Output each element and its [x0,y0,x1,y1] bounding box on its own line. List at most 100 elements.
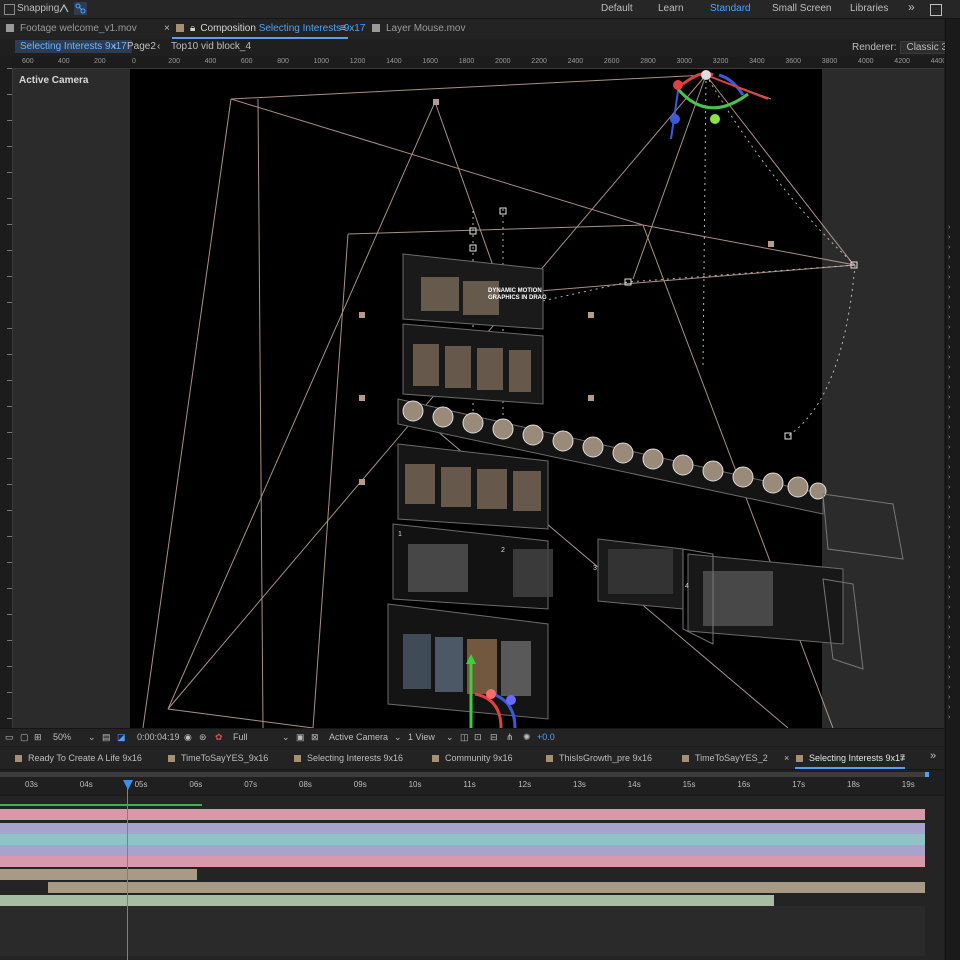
ruler-tick [7,146,12,147]
time-label: 15s [682,780,696,789]
ruler-tick-label: 4200 [894,58,910,65]
ruler-tick [7,276,12,277]
timeline-tab-4[interactable]: Community 9x16 [432,753,513,763]
timeline-tab-label: TimeToSayYES_9x16 [181,753,269,763]
current-time-indicator[interactable] [123,780,133,790]
tab-footage[interactable]: Footage welcome_v1.mov [6,23,137,34]
timeline-tab-5[interactable]: ThisIsGrowth_pre 9x16 [546,753,652,763]
time-label: 04s [79,780,93,789]
zoom-select[interactable]: 50% [53,732,71,742]
viewer-controls: ▭ ▢ ⊞ 50% ⌄ ▤ ◪ 0:00:04:19 ◉ ⊛ ✿ Full ⌄ … [0,728,944,746]
snapping-label: Snapping [17,3,60,14]
show-snapshot-icon[interactable]: ⊛ [199,732,207,743]
work-area-end[interactable] [925,772,929,777]
time-label: 09s [353,780,367,789]
region-icon[interactable]: ▭ [5,732,14,743]
timecode[interactable]: 0:00:04:19 [137,732,180,742]
layer-swatch-icon [372,24,380,32]
workspace-standard[interactable]: Standard [710,3,751,14]
layer-bar[interactable] [0,834,925,845]
ruler-tick [7,432,12,433]
tab-menu-icon[interactable]: ≡ [340,23,346,34]
layer-bar[interactable] [0,895,774,906]
tab-layer[interactable]: Layer Mouse.mov [372,23,465,34]
breadcrumb-top10[interactable]: Top10 vid block_4 [171,41,251,52]
workspace-overflow-icon[interactable]: » [908,0,915,14]
timeline-tab-2[interactable]: TimeToSayYES_9x16 [168,753,268,763]
panel-list-chevron: › [948,374,951,381]
panel-list-chevron: › [948,354,951,361]
layer-gizmo[interactable] [453,654,533,728]
timeline-tab-active[interactable]: Selecting Interests 9x17 [796,753,905,763]
layer-bar[interactable] [0,809,925,820]
mask-icon[interactable]: ▤ [102,732,111,743]
panel-list-chevron: › [948,664,951,671]
layer-bar[interactable] [0,856,925,867]
ruler-tick [7,68,12,69]
color-channels-icon[interactable]: ✿ [215,732,223,743]
composition-viewer[interactable]: Active Camera DYNAMIC MOTION GRAPHICS IN… [13,69,944,728]
grid-icon[interactable]: ⊞ [34,732,42,743]
tab-comp-prefix: Composition [200,23,256,34]
layer-bar[interactable] [0,869,197,880]
ruler-tick-label: 1400 [386,58,402,65]
workspace-learn[interactable]: Learn [658,3,684,14]
timeline-tab-6[interactable]: TimeToSayYES_2 [682,753,768,763]
time-label: 06s [189,780,203,789]
ruler-tick-label: 3000 [676,58,693,65]
region-of-interest-icon[interactable]: ▣ [296,732,305,743]
panel-list-chevron: › [948,584,951,591]
tab-close-icon[interactable]: × [164,23,170,34]
timeline-tab-3[interactable]: Selecting Interests 9x16 [294,753,403,763]
panel-list-chevron: › [948,384,951,391]
panel-list-chevron: › [948,464,951,471]
timeline-menu-icon[interactable]: ≡ [900,753,905,763]
panel-list-chevron: › [948,284,951,291]
panel-list-chevron: › [948,614,951,621]
timeline-tab-1[interactable]: Ready To Create A Life 9x16 [15,753,142,763]
layer-bar[interactable] [0,823,925,834]
timeline-tab-close-icon[interactable]: × [784,753,789,763]
transparency-grid-icon[interactable]: ⊠ [311,732,319,743]
snap-icon[interactable] [59,3,69,13]
renderer-control[interactable]: Renderer: Classic 3D [852,41,960,54]
chevron-down-icon[interactable]: ⌄ [446,732,454,743]
exposure-value[interactable]: +0.0 [537,732,555,742]
breadcrumb-page2[interactable]: Page2 [127,41,156,52]
layer-bar[interactable] [0,845,925,856]
camera-snapshot-icon[interactable]: ◉ [184,732,192,743]
puppet-tool-icon[interactable] [74,2,87,15]
resolution-select[interactable]: Full [233,732,248,742]
layer-bar[interactable] [48,882,925,893]
toggle-pixel-icon[interactable]: ◫ [460,732,469,743]
right-panel: › › › › › › › › › › › › › › › › › › › › › › › › › › › › › › › › › › › › › › › ›… [945,19,960,960]
snapping-checkbox[interactable] [4,4,15,15]
flowchart-icon[interactable]: ⋔ [506,732,514,743]
layout-select[interactable]: 1 View [408,732,435,742]
workspace-small-screen[interactable]: Small Screen [772,3,831,14]
panel-list-chevron: › [948,264,951,271]
timeline-overflow-icon[interactable]: » [930,750,936,762]
view-select[interactable]: Active Camera [329,732,388,742]
chevron-down-icon[interactable]: ⌄ [88,732,96,743]
monitor-icon[interactable]: ▢ [20,732,29,743]
ruler-tick-label: 4000 [858,58,874,65]
transform-gizmo[interactable] [653,69,783,144]
snap-icon[interactable]: ◪ [117,732,126,743]
exposure-icon[interactable]: ✺ [523,732,531,743]
chevron-down-icon[interactable]: ⌄ [282,732,290,743]
tab-composition[interactable]: 🔒︎ Composition Selecting Interests 9x17 [176,23,365,34]
chevron-down-icon[interactable]: ⌄ [394,732,402,743]
timeline-icon[interactable]: ⊟ [490,732,498,743]
ruler-tick [7,302,12,303]
render-status-bar [0,804,202,806]
work-area-bar[interactable] [0,772,929,777]
empty-track-area [0,906,925,956]
workspace-default[interactable]: Default [601,3,633,14]
playhead-line[interactable] [127,781,128,960]
workspace-libraries[interactable]: Libraries [850,3,888,14]
fast-preview-icon[interactable]: ⊡ [474,732,482,743]
panel-list-chevron: › [948,514,951,521]
time-label: 14s [627,780,641,789]
search-help-icon[interactable] [930,4,942,16]
